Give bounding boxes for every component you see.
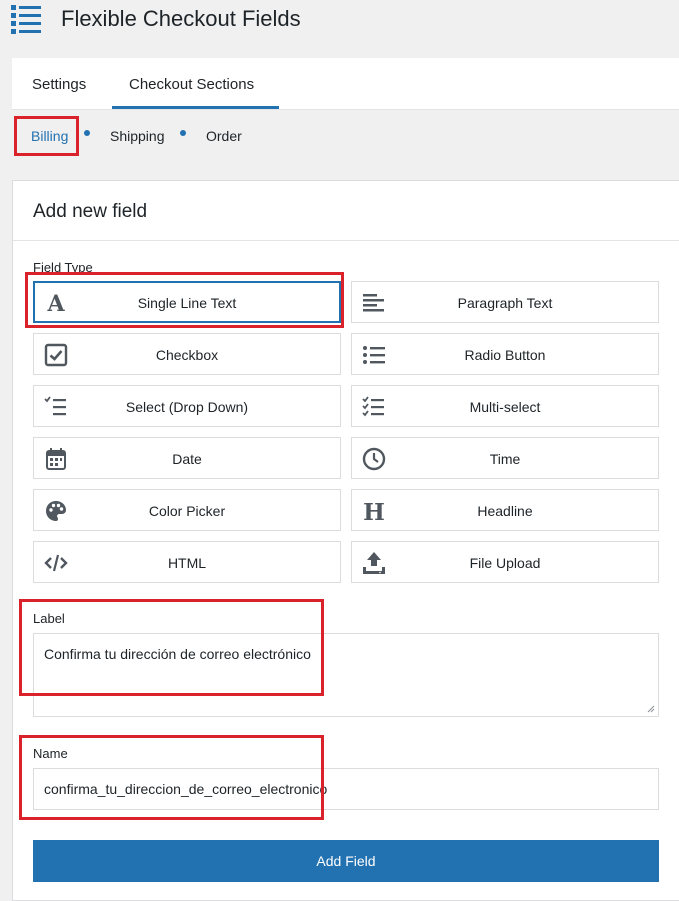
field-type-label: File Upload (469, 555, 541, 571)
field-type-label: HTML (167, 555, 207, 571)
field-type-color-picker[interactable]: Color Picker (33, 489, 341, 531)
active-tab-indicator (112, 106, 279, 109)
label-textarea-value: Confirma tu dirección de correo electrón… (44, 646, 311, 662)
field-type-label: Select (Drop Down) (125, 399, 249, 415)
field-type-label: Field Type (33, 260, 93, 275)
label-field-label: Label (33, 611, 65, 626)
field-type-label: Paragraph Text (457, 295, 553, 311)
add-field-button[interactable]: Add Field (33, 840, 659, 882)
add-field-panel: Add new field Field Type A Single Line T… (12, 180, 679, 901)
field-type-html[interactable]: HTML (33, 541, 341, 583)
tab-checkout-sections[interactable]: Checkout Sections (129, 76, 254, 93)
field-type-date[interactable]: Date (33, 437, 341, 479)
field-type-time[interactable]: Time (351, 437, 659, 479)
field-type-select[interactable]: Select (Drop Down) (33, 385, 341, 427)
list-icon[interactable] (11, 3, 43, 35)
page-title: Flexible Checkout Fields (61, 6, 301, 31)
section-separator-dot (84, 130, 90, 136)
field-type-multi-select[interactable]: Multi-select (351, 385, 659, 427)
field-type-radio-button[interactable]: Radio Button (351, 333, 659, 375)
field-type-paragraph-text[interactable]: Paragraph Text (351, 281, 659, 323)
page-header: Flexible Checkout Fields (0, 0, 679, 40)
section-shipping[interactable]: Shipping (110, 128, 165, 144)
section-separator-dot (180, 130, 186, 136)
field-type-single-line-text[interactable]: A Single Line Text (33, 281, 341, 323)
name-field-label: Name (33, 746, 68, 761)
section-nav: Billing Shipping Order (0, 112, 679, 162)
label-textarea[interactable]: Confirma tu dirección de correo electrón… (33, 633, 659, 717)
field-type-label: Time (489, 451, 521, 467)
section-order[interactable]: Order (206, 128, 242, 144)
tab-settings[interactable]: Settings (32, 76, 86, 93)
resize-grip-icon[interactable] (647, 705, 655, 713)
field-type-file-upload[interactable]: File Upload (351, 541, 659, 583)
section-billing[interactable]: Billing (31, 128, 68, 144)
tab-bar: Settings Checkout Sections (12, 58, 679, 110)
field-type-label: Date (172, 451, 202, 467)
field-type-label: Headline (477, 503, 533, 519)
field-type-label: Checkbox (155, 347, 219, 363)
name-input[interactable]: confirma_tu_direccion_de_correo_electron… (33, 768, 659, 810)
panel-title: Add new field (33, 201, 148, 222)
field-type-checkbox[interactable]: Checkbox (33, 333, 341, 375)
field-type-label: Multi-select (469, 399, 541, 415)
field-type-headline[interactable]: H Headline (351, 489, 659, 531)
field-type-label: Radio Button (464, 347, 546, 363)
field-type-label: Single Line Text (137, 295, 237, 311)
field-type-label: Color Picker (148, 503, 226, 519)
name-input-value: confirma_tu_direccion_de_correo_electron… (44, 781, 328, 797)
divider (13, 240, 679, 241)
